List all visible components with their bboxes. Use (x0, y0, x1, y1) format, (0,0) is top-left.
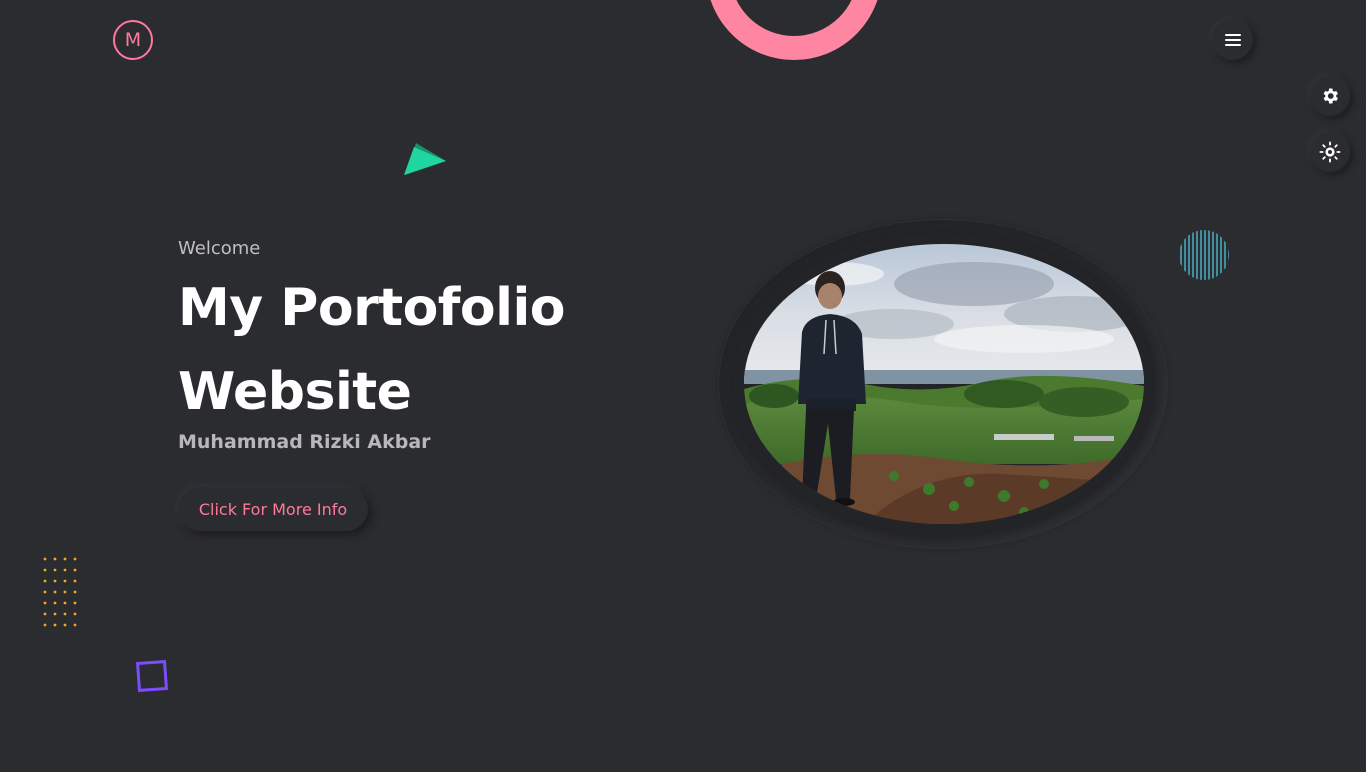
square-decoration (135, 659, 169, 693)
dot-grid-decoration (43, 557, 77, 627)
gear-icon (1323, 88, 1338, 104)
menu-button[interactable] (1212, 19, 1253, 60)
logo-letter: M (124, 29, 142, 51)
title-line-2: Website (178, 362, 412, 422)
logo[interactable]: M (113, 20, 153, 60)
theme-toggle-button[interactable] (1310, 132, 1350, 172)
profile-photo (744, 244, 1144, 524)
page-title: My Portofolio Website (178, 266, 598, 434)
triangle-decoration (404, 143, 446, 175)
more-info-button[interactable]: Click For More Info (178, 487, 368, 531)
striped-circle-decoration (1180, 230, 1229, 280)
welcome-text: Welcome (178, 238, 261, 259)
sun-icon (1319, 141, 1341, 163)
settings-button[interactable] (1310, 76, 1350, 116)
ring-decoration (706, 0, 882, 60)
title-line-1: My Portofolio (178, 278, 566, 338)
author-name: Muhammad Rizki Akbar (178, 431, 431, 453)
hamburger-menu-icon (1224, 33, 1241, 46)
